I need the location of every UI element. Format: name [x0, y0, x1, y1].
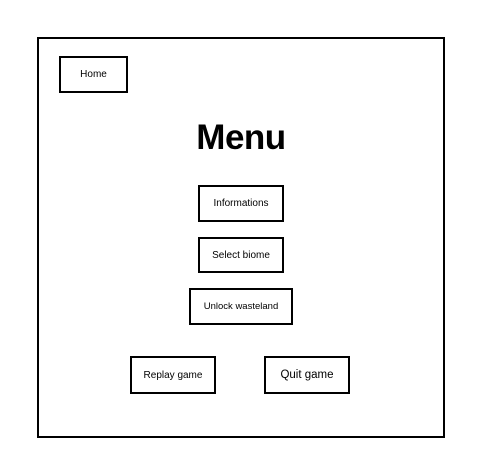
- quit-game-button-label: Quit game: [280, 369, 334, 381]
- unlock-wasteland-button-label: Unlock wasteland: [203, 301, 279, 312]
- page-title: Menu: [196, 118, 286, 157]
- informations-button[interactable]: Informations: [198, 185, 284, 222]
- informations-button-label: Informations: [213, 198, 269, 209]
- unlock-wasteland-button[interactable]: Unlock wasteland: [189, 288, 293, 325]
- home-button-label: Home: [80, 69, 107, 80]
- select-biome-button-label: Select biome: [212, 249, 270, 261]
- replay-game-button-label: Replay game: [143, 369, 203, 381]
- home-button[interactable]: Home: [59, 56, 128, 93]
- quit-game-button[interactable]: Quit game: [264, 356, 350, 394]
- select-biome-button[interactable]: Select biome: [198, 237, 284, 273]
- replay-game-button[interactable]: Replay game: [130, 356, 216, 394]
